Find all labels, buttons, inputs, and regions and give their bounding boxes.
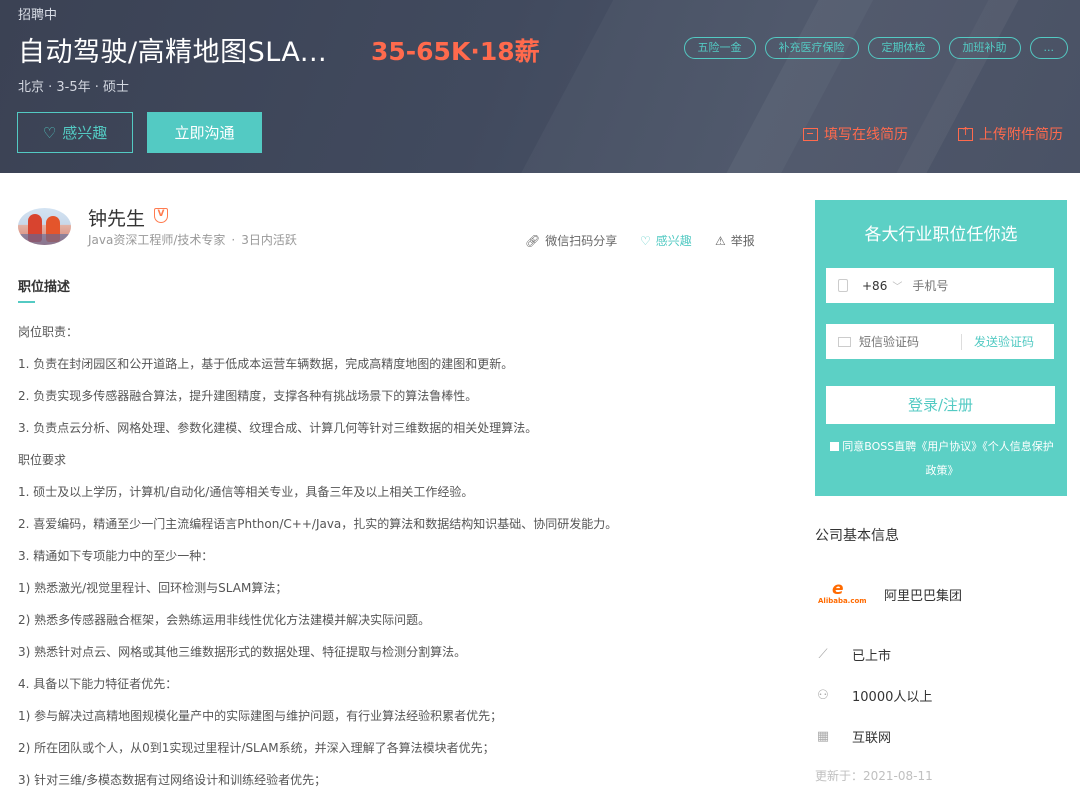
link-icon: 🔗︎ bbox=[525, 233, 541, 248]
like-label: 感兴趣 bbox=[655, 234, 692, 248]
avatar bbox=[18, 208, 71, 245]
description-line: 1) 熟悉激光/视觉里程计、回环检测与SLAM算法； bbox=[18, 581, 288, 595]
description-line: 2) 所在团队或个人，从0到1实现过里程计/SLAM系统，并深入理解了各算法模块… bbox=[18, 741, 495, 755]
country-code-select[interactable]: +86 bbox=[862, 279, 887, 293]
company-size: ⚇ 10000人以上 bbox=[815, 686, 933, 706]
divider bbox=[961, 333, 962, 350]
description-line: 3. 精通如下专项能力中的至少一种： bbox=[18, 549, 214, 563]
report-label: 举报 bbox=[730, 234, 755, 248]
warning-icon: ⚠︎ bbox=[715, 233, 726, 248]
description-line: 岗位职责： bbox=[18, 325, 79, 339]
send-code-button[interactable]: 发送验证码 bbox=[974, 333, 1034, 350]
company-stage-value: 已上市 bbox=[852, 649, 892, 664]
recruiter-name: 钟先生 bbox=[88, 208, 146, 230]
company-stage: ⟋ 已上市 bbox=[815, 645, 892, 665]
chat-now-button[interactable]: 立即沟通 bbox=[147, 112, 262, 153]
chart-icon: ⟋ bbox=[818, 646, 828, 662]
benefit-tag: 加班补助 bbox=[948, 37, 1021, 59]
online-resume-label: 填写在线简历 bbox=[824, 127, 908, 143]
login-panel: 各大行业职位任你选 +86 ﹀ 发送验证码 登录/注册 同意BOSS直聘《用户协… bbox=[815, 200, 1067, 496]
description-line: 2) 熟悉多传感器融合框架，会熟练运用非线性优化方法建模并解决实际问题。 bbox=[18, 613, 431, 627]
share-button[interactable]: 🔗︎ 微信扫码分享 bbox=[525, 232, 617, 249]
report-button[interactable]: ⚠︎ 举报 bbox=[715, 232, 755, 249]
upload-icon bbox=[958, 125, 973, 141]
interest-button[interactable]: ♡ 感兴趣 bbox=[17, 112, 133, 153]
job-banner: 招聘中 自动驾驶/高精地图SLA... 35-65K·18薪 北京 · 3-5年… bbox=[0, 0, 1080, 173]
agreement-checkbox[interactable] bbox=[830, 442, 840, 451]
online-resume-button[interactable]: 填写在线简历 bbox=[803, 124, 908, 144]
description-line: 3. 负责点云分析、网格处理、参数化建模、纹理合成、计算几何等针对三维数据的相关… bbox=[18, 421, 538, 435]
phone-input[interactable] bbox=[912, 278, 1043, 293]
benefit-tag: 五险一金 bbox=[683, 37, 756, 59]
description-line: 1) 参与解决过高精地图规模化量产中的实际建图与维护问题，有行业算法经验积累者优… bbox=[18, 709, 503, 723]
recruiter-meta: Java资深工程师/技术专家 · 3日内活跃 bbox=[88, 233, 297, 247]
sms-code-field[interactable]: 发送验证码 bbox=[826, 324, 1054, 359]
description-line: 3) 熟悉针对点云、网格或其他三维数据形式的数据处理、特征提取与检测分割算法。 bbox=[18, 645, 467, 659]
company-size-value: 10000人以上 bbox=[852, 690, 933, 705]
description-line: 职位要求 bbox=[18, 453, 67, 467]
share-label: 微信扫码分享 bbox=[545, 234, 618, 248]
description-line: 2. 负责实现多传感器融合算法，提升建图精度，支撑各种有挑战场景下的算法鲁棒性。 bbox=[18, 389, 478, 403]
grid-icon: ▦ bbox=[816, 728, 830, 744]
login-title: 各大行业职位任你选 bbox=[864, 225, 1018, 245]
company-industry-value: 互联网 bbox=[852, 731, 892, 746]
like-button[interactable]: ♡ 感兴趣 bbox=[640, 232, 692, 249]
company-industry: ▦ 互联网 bbox=[815, 727, 892, 747]
description-line: 1. 硕士及以上学历，计算机/自动化/通信等相关专业，具备三年及以上相关工作经验… bbox=[18, 485, 474, 499]
section-title: 职位描述 bbox=[18, 280, 71, 295]
benefit-tag: 定期体检 bbox=[867, 37, 940, 59]
more-tags-button[interactable]: ... bbox=[1029, 37, 1068, 59]
heart-icon: ♡ bbox=[42, 123, 57, 142]
interest-label: 感兴趣 bbox=[62, 124, 108, 142]
login-register-button[interactable]: 登录/注册 bbox=[826, 386, 1055, 424]
benefit-tags: 五险一金 补充医疗保险 定期体检 加班补助 ... bbox=[683, 37, 1068, 59]
upload-resume-label: 上传附件简历 bbox=[979, 127, 1063, 143]
phone-field[interactable]: +86 ﹀ bbox=[826, 268, 1054, 303]
company-name[interactable]: 阿里巴巴集团 bbox=[884, 585, 962, 604]
agreement: 同意BOSS直聘《用户协议》《个人信息保护政策》 bbox=[826, 435, 1058, 483]
resume-form-icon bbox=[803, 127, 818, 141]
job-meta: 北京 · 3-5年 · 硕士 bbox=[18, 80, 130, 95]
section-underline bbox=[18, 301, 35, 303]
upload-resume-button[interactable]: 上传附件简历 bbox=[958, 124, 1063, 144]
person-icon: ⚇ bbox=[817, 687, 829, 703]
recruiter-title: Java资深工程师/技术专家 bbox=[88, 233, 226, 247]
benefit-tag: 补充医疗保险 bbox=[764, 37, 859, 59]
salary: 35-65K·18薪 bbox=[371, 37, 540, 66]
description-line: 2. 喜爱编码，精通至少一门主流编程语言Phthon/C++/Java，扎实的算… bbox=[18, 517, 618, 531]
phone-icon bbox=[838, 279, 848, 292]
chevron-down-icon: ﹀ bbox=[892, 282, 903, 293]
heart-icon: ♡ bbox=[640, 233, 651, 248]
company-logo[interactable]: e Alibaba.com bbox=[818, 579, 867, 606]
verified-badge-icon: V bbox=[154, 208, 168, 223]
mail-icon bbox=[838, 336, 851, 347]
job-title: 自动驾驶/高精地图SLA... bbox=[18, 37, 328, 68]
job-description: 岗位职责： 1. 负责在封闭园区和公开道路上，基于低成本运营车辆数据，完成高精度… bbox=[18, 322, 778, 802]
description-line: 1. 负责在封闭园区和公开道路上，基于低成本运营车辆数据，完成高精度地图的建图和… bbox=[18, 357, 514, 371]
recruiter-active: 3日内活跃 bbox=[241, 233, 297, 247]
job-status: 招聘中 bbox=[18, 8, 58, 23]
company-info-heading: 公司基本信息 bbox=[815, 528, 899, 544]
updated-date: 更新于：2021-08-11 bbox=[815, 769, 933, 783]
description-line: 4. 具备以下能力特征者优先： bbox=[18, 677, 178, 691]
agreement-text[interactable]: 同意BOSS直聘《用户协议》《个人信息保护政策》 bbox=[842, 440, 1053, 477]
description-line: 3) 针对三维/多模态数据有过网络设计和训练经验者优先； bbox=[18, 773, 327, 787]
sms-code-input[interactable] bbox=[859, 334, 959, 349]
